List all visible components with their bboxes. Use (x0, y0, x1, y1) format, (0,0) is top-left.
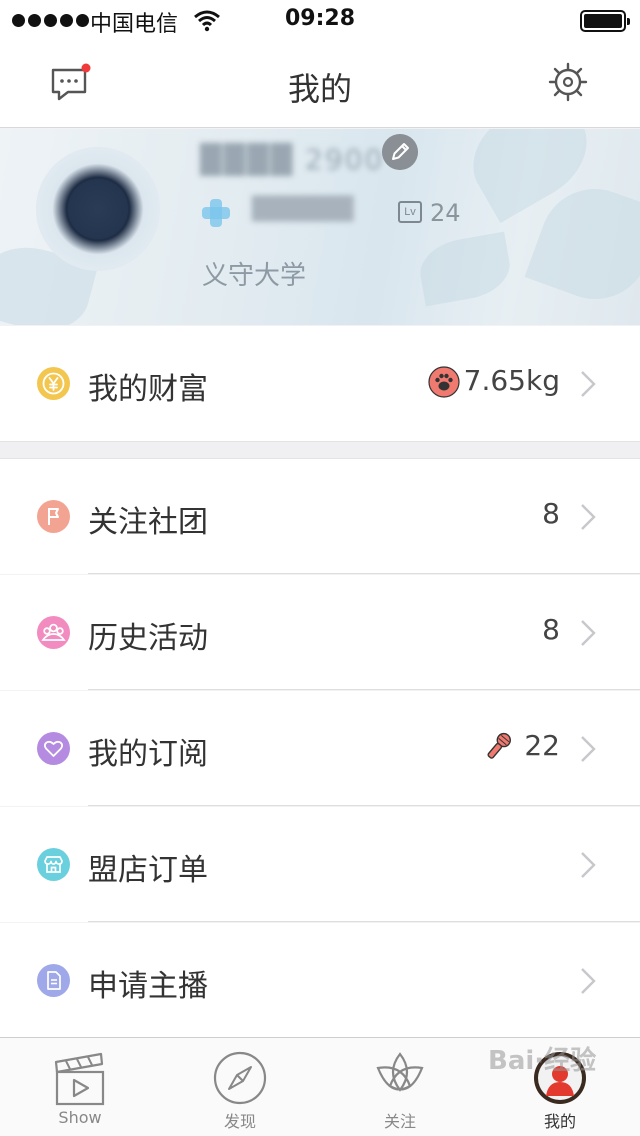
row-divider (88, 805, 640, 806)
navigation-bar: 我的 (0, 40, 640, 128)
tab-label-mine: 我的 (543, 1112, 576, 1131)
profile-header[interactable]: ████ 2900 ██████ Lv 24 义守大学 (0, 129, 640, 325)
chevron-right-icon (581, 736, 596, 762)
chevron-right-icon (581, 968, 596, 994)
page-title: 我的 (287, 70, 352, 108)
compass-icon (213, 1051, 267, 1105)
menu-row-clubs[interactable]: 关注社团 8 (0, 459, 640, 574)
menu-row-apply-host[interactable]: 申请主播 (0, 923, 640, 1038)
user-nickname: ████ 2900 (200, 143, 385, 176)
chevron-right-icon (581, 852, 596, 878)
menu-row-wealth[interactable]: 我的财富 7.65kg (0, 326, 640, 441)
tab-following[interactable]: 关注 (320, 1038, 480, 1136)
user-level: 24 (430, 199, 461, 227)
avatar[interactable] (36, 147, 160, 271)
bottom-tab-bar: Show 发现 关注 我的 (0, 1037, 640, 1136)
gender-icon (202, 199, 230, 227)
tab-label-following: 关注 (383, 1112, 416, 1131)
menu-value-clubs: 8 (542, 497, 560, 530)
tab-label-show: Show (58, 1108, 102, 1127)
tab-show[interactable]: Show (0, 1038, 160, 1136)
clapperboard-icon (54, 1052, 105, 1106)
user-school: 义守大学 (202, 261, 307, 291)
yen-coin-icon (37, 367, 70, 400)
menu-value-wealth: 7.65kg (463, 364, 560, 397)
battery-icon (580, 10, 630, 32)
status-bar: 中国电信 09:28 (0, 0, 640, 40)
flag-icon (37, 500, 70, 533)
triquetra-icon (376, 1052, 424, 1092)
paw-icon (428, 366, 460, 398)
microphone-icon (487, 732, 511, 759)
app-screen: 中国电信 09:28 我的 ████ 2900 ██████ Lv 24 义守大… (0, 0, 640, 1136)
document-icon (37, 964, 70, 997)
settings-gear-icon[interactable] (546, 60, 590, 104)
chevron-right-icon (581, 504, 596, 530)
level-badge-icon: Lv (398, 201, 422, 223)
heart-icon (37, 732, 70, 765)
status-time: 09:28 (284, 6, 356, 31)
menu-row-history[interactable]: 历史活动 8 (0, 575, 640, 690)
store-icon (37, 848, 70, 881)
banner-leaf-decoration (415, 231, 515, 307)
group-icon (37, 616, 70, 649)
profile-avatar-icon (534, 1052, 586, 1104)
menu-row-subscriptions[interactable]: 我的订阅 22 (0, 691, 640, 806)
menu-row-store-orders[interactable]: 盟店订单 (0, 807, 640, 922)
section-separator (0, 441, 640, 459)
menu-label-subscriptions: 我的订阅 (88, 737, 208, 772)
chevron-right-icon (581, 371, 596, 397)
row-divider (88, 921, 640, 922)
chevron-right-icon (581, 620, 596, 646)
row-divider (88, 573, 640, 574)
user-id: ██████ (252, 197, 354, 222)
menu-label-clubs: 关注社团 (88, 505, 208, 540)
tab-label-discover: 发现 (223, 1112, 256, 1131)
row-divider (88, 689, 640, 690)
menu-label-apply-host: 申请主播 (88, 969, 208, 1004)
menu-label-store-orders: 盟店订单 (88, 853, 208, 888)
menu-label-history: 历史活动 (88, 621, 208, 656)
menu-value-subscriptions: 22 (524, 729, 560, 762)
tab-mine[interactable]: 我的 (480, 1038, 640, 1136)
menu-label-wealth: 我的财富 (88, 372, 208, 407)
edit-profile-pencil-icon[interactable] (382, 134, 418, 170)
menu-value-history: 8 (542, 613, 560, 646)
tab-discover[interactable]: 发现 (160, 1038, 320, 1136)
